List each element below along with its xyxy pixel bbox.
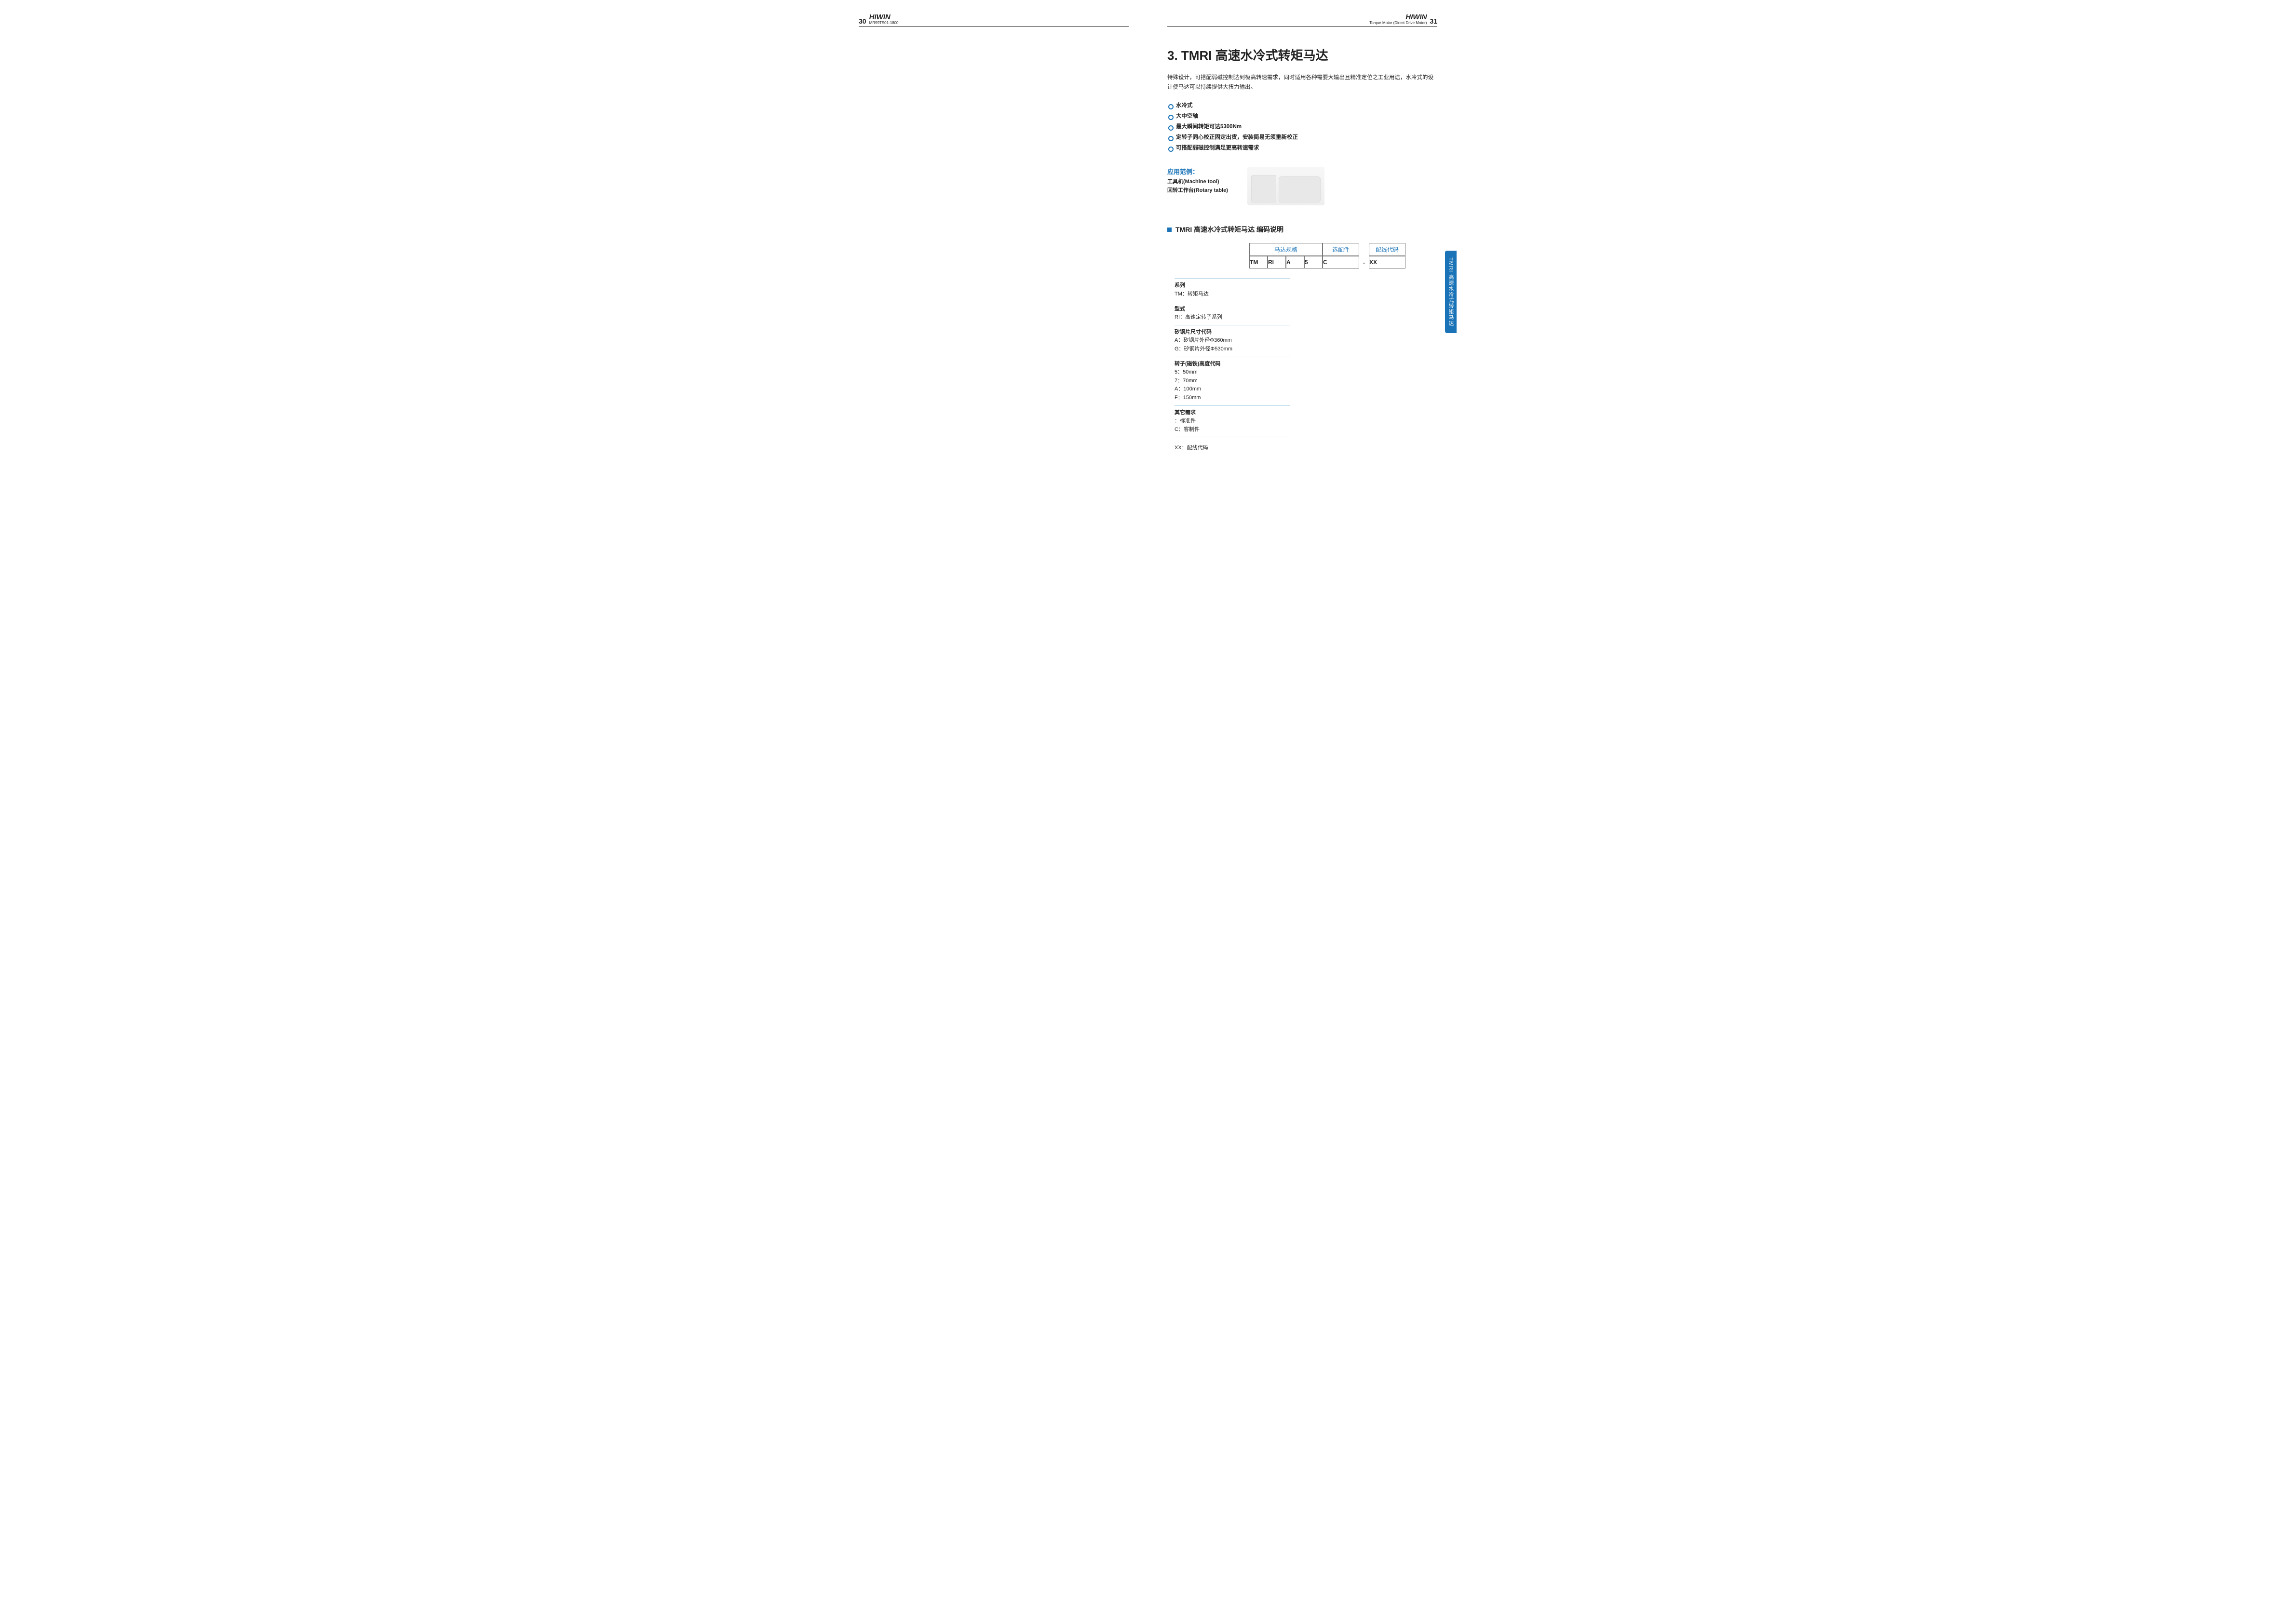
descriptor-label: 型式 <box>1175 305 1290 314</box>
feature-list: 水冷式 大中空轴 最大瞬间转矩可达5300Nm 定转子同心校正固定出货，安装简易… <box>1167 101 1437 153</box>
side-tab: TMRI 高速水冷式转矩马达 <box>1445 251 1457 333</box>
descriptor-block: 系列 TM：转矩马达 <box>1175 278 1290 302</box>
descriptor-line: F：150mm <box>1175 394 1290 402</box>
section-title: 3. TMRI 高速水冷式转矩马达 <box>1167 46 1437 64</box>
descriptor-block: 矽钢片尺寸代码 A：矽钢片外径Φ360mm G：矽钢片外径Φ530mm <box>1175 325 1290 357</box>
brand-subtitle: Torque Motor (Direct Drive Motor) <box>1369 21 1427 25</box>
descriptor-label: 系列 <box>1175 282 1290 290</box>
application-line: 回转工作台(Rotary table) <box>1167 187 1228 195</box>
code-cell-ri: RI <box>1268 256 1286 268</box>
code-cell-5: 5 <box>1304 256 1323 268</box>
page-number-right: 31 <box>1430 17 1437 25</box>
feature-item: 定转子同心校正固定出货，安装简易无须重新校正 <box>1167 133 1437 143</box>
descriptor-line: 5：50mm <box>1175 368 1290 377</box>
descriptor-label: 其它需求 <box>1175 409 1290 417</box>
descriptor-label: 矽钢片尺寸代码 <box>1175 328 1290 337</box>
descriptor-area: 系列 TM：转矩马达 型式 RI：高速定转子系列 矽钢片尺寸代码 A：矽钢片外径… <box>1175 278 1437 456</box>
code-cell-xx: XX <box>1369 256 1405 268</box>
code-cell-c: C <box>1323 256 1359 268</box>
descriptor-line: A：矽钢片外径Φ360mm <box>1175 336 1290 345</box>
header-right: HIWIN Torque Motor (Direct Drive Motor) … <box>1167 13 1437 27</box>
code-cell-a: A <box>1286 256 1304 268</box>
descriptor-line: C：客制件 <box>1175 426 1290 434</box>
application-line: 工具机(Machine tool) <box>1167 178 1228 187</box>
descriptor-line: ：标准件 <box>1175 417 1290 426</box>
descriptor-label: 转子(磁铁)高度代码 <box>1175 360 1290 369</box>
application-title: 应用范例： <box>1167 167 1228 176</box>
feature-item: 水冷式 <box>1167 101 1437 111</box>
descriptor-block: 其它需求 ：标准件 C：客制件 <box>1175 406 1290 438</box>
descriptor-line: XX：配线代码 <box>1175 444 1290 453</box>
feature-item: 可搭配弱磁控制满足更高转速需求 <box>1167 143 1437 154</box>
descriptor-line: TM：转矩马达 <box>1175 290 1290 299</box>
group-head-wiring: 配线代码 <box>1369 243 1405 256</box>
application-block: 应用范例： 工具机(Machine tool) 回转工作台(Rotary tab… <box>1167 167 1437 205</box>
brand-right: HIWIN <box>1369 13 1427 21</box>
encoding-heading: TMRI 高速水冷式转矩马达 编码说明 <box>1167 225 1437 234</box>
descriptor-line: RI：高速定转子系列 <box>1175 313 1290 322</box>
header-left: 30 HIWIN MR99TS01-1800 <box>859 13 1129 27</box>
feature-item: 最大瞬间转矩可达5300Nm <box>1167 122 1437 133</box>
descriptor-line: G：矽钢片外径Φ530mm <box>1175 345 1290 354</box>
doc-code: MR99TS01-1800 <box>869 21 899 25</box>
group-head-option: 选配件 <box>1323 243 1359 256</box>
code-cell-tm: TM <box>1249 256 1268 268</box>
brand-left: HIWIN <box>869 13 899 21</box>
code-dash: - <box>1359 257 1369 268</box>
page-number-left: 30 <box>859 17 866 25</box>
descriptor-block: XX：配线代码 <box>1175 441 1290 456</box>
descriptor-block: 转子(磁铁)高度代码 5：50mm 7：70mm A：100mm F：150mm <box>1175 357 1290 406</box>
intro-paragraph: 特殊设计，可搭配弱磁控制达到极高转速需求，同时适用各种需要大输出且精准定位之工业… <box>1167 73 1437 92</box>
group-head-motor: 马达规格 <box>1249 243 1323 256</box>
descriptor-line: A：100mm <box>1175 385 1290 394</box>
encoding-heading-text: TMRI 高速水冷式转矩马达 编码说明 <box>1175 225 1283 234</box>
square-bullet-icon <box>1167 228 1172 232</box>
feature-item: 大中空轴 <box>1167 111 1437 122</box>
descriptor-block: 型式 RI：高速定转子系列 <box>1175 302 1290 325</box>
application-image <box>1247 167 1324 205</box>
code-table: 马达规格 TM RI A 5 选配件 C - 配线代码 <box>1249 243 1437 268</box>
descriptor-line: 7：70mm <box>1175 377 1290 386</box>
